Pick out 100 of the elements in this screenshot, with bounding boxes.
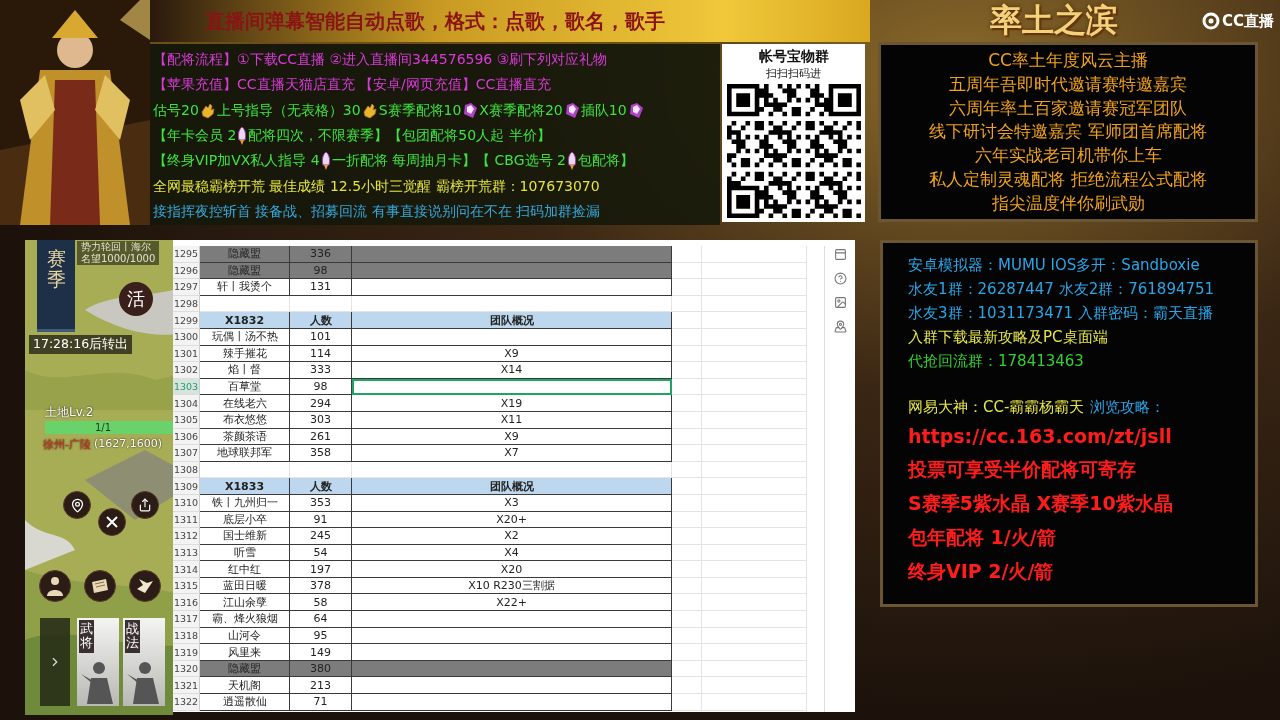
promo-text: 【年卡会员 2: [153, 126, 237, 145]
countdown-text: 17:28:16后转出: [29, 335, 133, 354]
coordinates: (1627,1600): [94, 437, 163, 452]
table-cell: [672, 544, 702, 562]
promo-text: 【配将流程】①下载CC直播 ②进入直播间344576596 ③刷下列对应礼物: [153, 50, 608, 69]
durability-reading: 1/1: [95, 421, 112, 434]
column-header: X1832: [200, 312, 290, 329]
promo-text: 一折配将 每周抽月卡】【 CBG选号 2: [331, 152, 566, 171]
table-cell: [672, 295, 702, 313]
row-number: 1297: [173, 279, 200, 296]
drawer-toggle[interactable]: [40, 618, 70, 706]
table-cell: [672, 528, 702, 545]
table-cell: [672, 511, 702, 529]
table-cell: 霸、烽火狼烟: [200, 611, 290, 628]
scroll-icon: [90, 578, 110, 594]
crystal-icon: [461, 101, 480, 120]
table-cell: 58: [290, 594, 352, 612]
table-cell: 131: [290, 279, 352, 296]
row-number: 1302: [173, 362, 200, 379]
panel-icon[interactable]: [833, 248, 847, 261]
table-cell: [672, 246, 702, 263]
honor-line: 线下研讨会特邀嘉宾 军师团首席配将: [929, 120, 1207, 144]
honor-line: 私人定制灵魂配将 拒绝流程公式配将: [929, 167, 1207, 191]
table-cell: [672, 660, 702, 678]
cross-icon: [105, 515, 119, 529]
row-number: 1316: [173, 594, 200, 612]
info-text: 水友1群：26287447 水友2群：761894751: [908, 279, 1215, 299]
table-cell: [672, 445, 702, 462]
hand-icon: [360, 101, 379, 120]
image-icon[interactable]: [833, 296, 847, 309]
info-text: 入群下载最新攻略及PC桌面端: [908, 327, 1108, 347]
location-icon[interactable]: [833, 320, 847, 333]
honor-line: 指尖温度伴你刷武勋: [991, 191, 1145, 215]
status-text: 势力轮回丨海尔: [81, 241, 152, 253]
platform-logo-icon: [1201, 12, 1220, 30]
person-icon: [46, 576, 64, 596]
game-logo: 率土之滨: [990, 0, 1118, 41]
row-number: 1319: [173, 644, 200, 661]
table-cell: 国士维新: [200, 528, 290, 545]
info-text: 包年配将 1/火/箭: [908, 525, 1056, 550]
table-cell: 在线老六: [200, 395, 290, 412]
honor-line: 六周年率土百家邀请赛冠军团队: [949, 96, 1187, 120]
hero-card[interactable]: 战法: [123, 618, 165, 706]
table-cell: X22+: [352, 594, 672, 612]
table-cell: 隐藏盟: [200, 246, 290, 263]
honor-line: 五周年吾即时代邀请赛特邀嘉宾: [949, 73, 1187, 97]
row-number: 1312: [173, 528, 200, 545]
column-header: 团队概况: [352, 312, 672, 329]
table-cell: 245: [290, 528, 352, 545]
table-cell: [672, 594, 702, 612]
table-cell: 天机阁: [200, 677, 290, 695]
info-text: 网易大神：CC-霸霸杨霸天: [908, 397, 1085, 417]
table-cell: [672, 279, 702, 296]
promo-text: 上号指导（无表格）30: [216, 101, 361, 120]
table-cell: [672, 362, 702, 379]
card-label: 武将: [79, 620, 94, 653]
status-text: 名望1000/1000: [81, 253, 156, 265]
rocket-icon: [319, 151, 332, 172]
help-icon[interactable]: [833, 272, 847, 285]
info-text: 代抢回流群：178413463: [908, 351, 1084, 371]
row-number: 1317: [173, 611, 200, 628]
table-cell: [672, 577, 702, 595]
row-number: 1304: [173, 395, 200, 412]
promo-text: 【苹果充值】CC直播天猫店直充 【安卓/网页充值】CC直播直充: [153, 76, 552, 95]
row-number: 1314: [173, 561, 200, 578]
qr-title: 帐号宝物群: [758, 48, 829, 66]
row-number: 1299: [173, 312, 200, 329]
table-cell: [672, 345, 702, 363]
season-label: 赛季: [46, 248, 66, 292]
table-cell: 轩丨我烫个: [200, 279, 290, 296]
table-cell: [672, 494, 702, 512]
row-number: 1322: [173, 694, 200, 711]
table-cell: 333: [290, 362, 352, 379]
table-cell: 江山余孽: [200, 594, 290, 612]
rocket-icon: [565, 151, 578, 172]
promo-text: X赛季配将20: [479, 101, 563, 120]
table-cell: 213: [290, 677, 352, 695]
table-cell: [672, 644, 702, 661]
table-cell: 149: [290, 644, 352, 661]
column-header: 人数: [290, 478, 352, 495]
table-cell: [672, 694, 702, 711]
info-text: S赛季5紫水晶 X赛季10紫水晶: [908, 491, 1173, 516]
column-header: 团队概况: [352, 478, 672, 495]
bird-icon: [135, 577, 155, 595]
table-cell: 焰丨督: [200, 362, 290, 379]
table-cell: [672, 378, 702, 396]
promo-text: 估号20: [153, 101, 199, 120]
info-text: 浏览攻略：: [1090, 397, 1166, 417]
table-cell: 64: [290, 611, 352, 628]
row-number: 1321: [173, 677, 200, 695]
info-text: 终身VIP 2/火/箭: [908, 559, 1054, 584]
honor-line: CC率土年度风云主播: [988, 49, 1148, 73]
honor-line: 六年实战老司机带你上车: [974, 144, 1162, 168]
table-cell: [672, 677, 702, 695]
share-icon: [138, 498, 152, 512]
table-cell: X2: [352, 528, 672, 545]
table-cell: [672, 411, 702, 429]
table-cell: 红中红: [200, 561, 290, 578]
row-number: 1307: [173, 445, 200, 462]
hero-card[interactable]: 武将: [77, 618, 119, 706]
